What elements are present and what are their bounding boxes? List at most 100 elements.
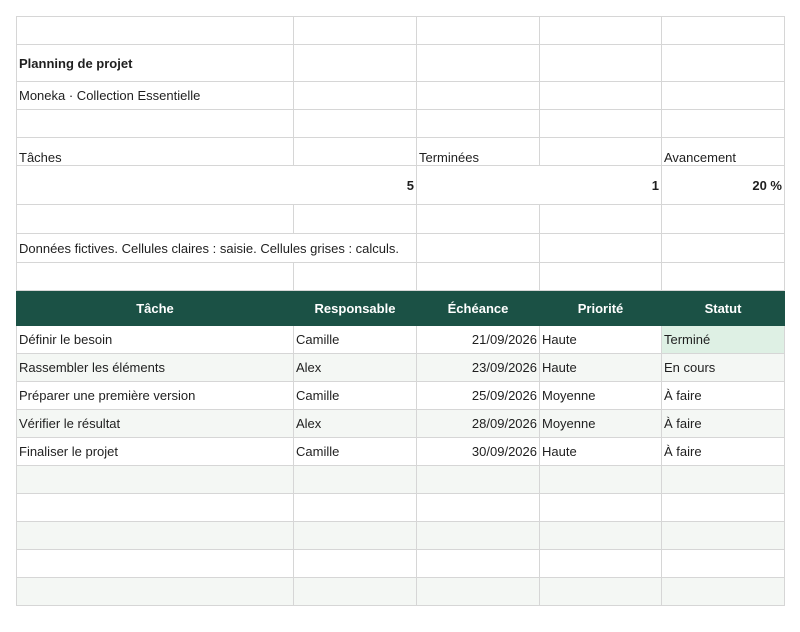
cell[interactable] <box>539 233 662 263</box>
due-cell[interactable]: 21/09/2026 <box>416 325 540 354</box>
cell[interactable] <box>293 577 417 606</box>
cell[interactable] <box>416 521 540 550</box>
kpi-value-progress[interactable]: 20 % <box>661 165 785 205</box>
cell[interactable] <box>16 465 294 494</box>
kpi-value-tasks[interactable]: 5 <box>16 165 417 205</box>
cell[interactable] <box>416 204 540 234</box>
status-cell[interactable]: À faire <box>661 437 785 466</box>
cell[interactable] <box>293 521 417 550</box>
priority-cell[interactable]: Moyenne <box>539 409 662 438</box>
note-text[interactable]: Données fictives. Cellules claires : sai… <box>16 233 417 263</box>
cell[interactable] <box>416 233 540 263</box>
owner-cell[interactable]: Alex <box>293 353 417 382</box>
cell[interactable] <box>539 493 662 522</box>
cell[interactable] <box>539 81 662 110</box>
cell[interactable] <box>293 44 417 82</box>
owner-cell[interactable]: Camille <box>293 381 417 410</box>
cell[interactable] <box>416 81 540 110</box>
column-header-status[interactable]: Statut <box>661 290 785 326</box>
cell[interactable] <box>661 44 785 82</box>
task-cell[interactable]: Définir le besoin <box>16 325 294 354</box>
cell[interactable] <box>293 109 417 138</box>
due-cell[interactable]: 28/09/2026 <box>416 409 540 438</box>
column-header-priority[interactable]: Priorité <box>539 290 662 326</box>
column-header-due[interactable]: Échéance <box>416 290 540 326</box>
cell[interactable] <box>661 233 785 263</box>
column-header-owner[interactable]: Responsable <box>293 290 417 326</box>
cell[interactable] <box>293 137 417 166</box>
cell[interactable] <box>539 16 662 45</box>
status-cell[interactable]: En cours <box>661 353 785 382</box>
cell[interactable] <box>539 44 662 82</box>
kpi-label-tasks[interactable]: Tâches <box>16 137 294 166</box>
cell[interactable] <box>293 262 417 291</box>
cell[interactable] <box>539 465 662 494</box>
cell[interactable] <box>416 577 540 606</box>
cell[interactable] <box>416 109 540 138</box>
kpi-label-done[interactable]: Terminées <box>416 137 540 166</box>
page-subtitle[interactable]: Moneka · Collection Essentielle <box>16 81 294 110</box>
priority-cell[interactable]: Haute <box>539 437 662 466</box>
cell[interactable] <box>416 16 540 45</box>
cell[interactable] <box>661 81 785 110</box>
cell[interactable] <box>661 521 785 550</box>
cell[interactable] <box>16 109 294 138</box>
status-cell[interactable]: À faire <box>661 409 785 438</box>
column-header-task[interactable]: Tâche <box>16 290 294 326</box>
cell[interactable] <box>539 577 662 606</box>
kpi-label-progress[interactable]: Avancement <box>661 137 785 166</box>
cell[interactable] <box>661 493 785 522</box>
due-cell[interactable]: 25/09/2026 <box>416 381 540 410</box>
cell[interactable] <box>539 204 662 234</box>
due-cell[interactable]: 23/09/2026 <box>416 353 540 382</box>
cell[interactable] <box>16 204 294 234</box>
kpi-value-done[interactable]: 1 <box>416 165 662 205</box>
cell[interactable] <box>416 44 540 82</box>
table-row <box>16 549 785 578</box>
cell[interactable] <box>661 577 785 606</box>
cell[interactable] <box>293 81 417 110</box>
cell[interactable] <box>293 204 417 234</box>
cell[interactable] <box>293 493 417 522</box>
cell[interactable] <box>539 549 662 578</box>
cell[interactable] <box>661 262 785 291</box>
owner-cell[interactable]: Camille <box>293 437 417 466</box>
cell[interactable] <box>16 521 294 550</box>
cell[interactable] <box>16 16 294 45</box>
cell[interactable] <box>661 16 785 45</box>
priority-cell[interactable]: Moyenne <box>539 381 662 410</box>
due-cell[interactable]: 30/09/2026 <box>416 437 540 466</box>
cell[interactable] <box>661 204 785 234</box>
cell[interactable] <box>539 109 662 138</box>
table-row: Vérifier le résultat Alex 28/09/2026 Moy… <box>16 409 785 438</box>
cell[interactable] <box>16 262 294 291</box>
cell[interactable] <box>293 465 417 494</box>
status-cell[interactable]: À faire <box>661 381 785 410</box>
cell[interactable] <box>16 493 294 522</box>
cell[interactable] <box>416 493 540 522</box>
cell[interactable] <box>416 549 540 578</box>
cell[interactable] <box>539 521 662 550</box>
priority-cell[interactable]: Haute <box>539 353 662 382</box>
page-title[interactable]: Planning de projet <box>16 44 294 82</box>
cell[interactable] <box>661 109 785 138</box>
priority-cell[interactable]: Haute <box>539 325 662 354</box>
cell[interactable] <box>16 549 294 578</box>
owner-cell[interactable]: Camille <box>293 325 417 354</box>
cell[interactable] <box>293 16 417 45</box>
cell[interactable] <box>293 549 417 578</box>
task-cell[interactable]: Finaliser le projet <box>16 437 294 466</box>
cell[interactable] <box>661 549 785 578</box>
cell[interactable] <box>661 465 785 494</box>
table-header-row: Tâche Responsable Échéance Priorité Stat… <box>16 290 785 326</box>
task-cell[interactable]: Rassembler les éléments <box>16 353 294 382</box>
task-cell[interactable]: Vérifier le résultat <box>16 409 294 438</box>
task-cell[interactable]: Préparer une première version <box>16 381 294 410</box>
cell[interactable] <box>539 262 662 291</box>
owner-cell[interactable]: Alex <box>293 409 417 438</box>
cell[interactable] <box>416 262 540 291</box>
cell[interactable] <box>416 465 540 494</box>
cell[interactable] <box>16 577 294 606</box>
status-cell[interactable]: Terminé <box>661 325 785 354</box>
cell[interactable] <box>539 137 662 166</box>
